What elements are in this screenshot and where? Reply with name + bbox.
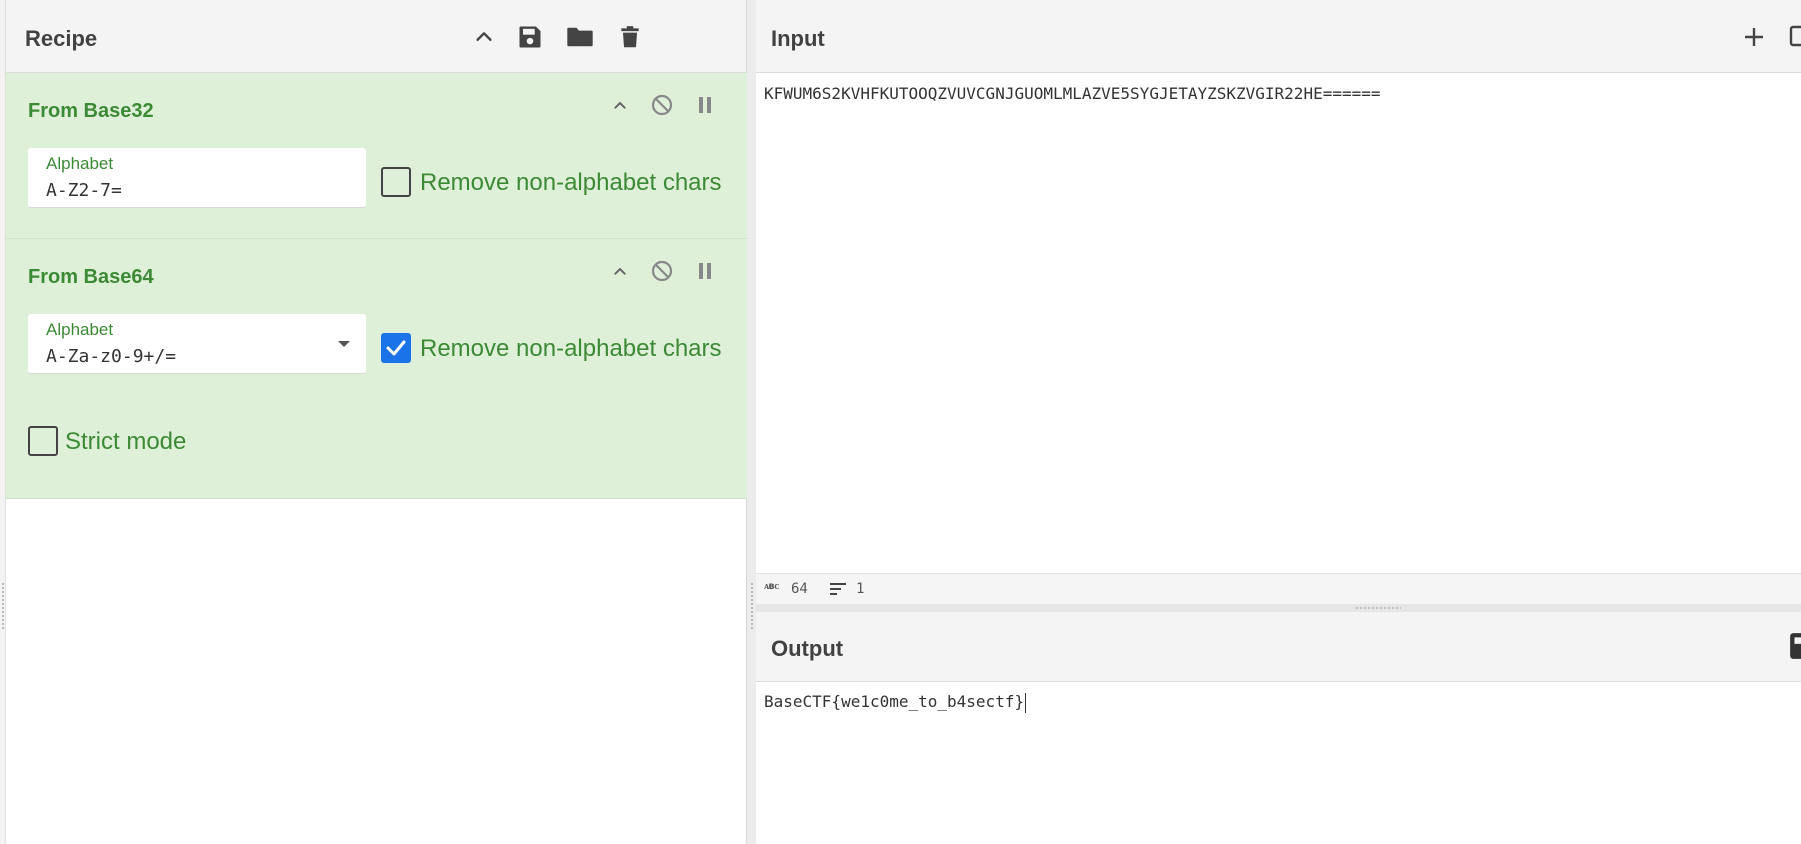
output-title: Output	[771, 636, 844, 661]
operation-from-base32: From Base32 Alphabet A-Z2-7= Remove non-…	[6, 73, 747, 239]
collapse-operation-icon[interactable]	[606, 91, 634, 119]
output-header: Output	[756, 612, 1801, 682]
io-divider[interactable]	[756, 604, 1801, 612]
recipe-title: Recipe	[25, 26, 98, 51]
output-textarea[interactable]: BaseCTF{we1c0me_to_b4sectf}	[756, 682, 1801, 844]
alphabet-value[interactable]: A-Za-z0-9+/=	[46, 346, 176, 367]
checkmark-icon	[386, 340, 406, 356]
text-cursor	[1025, 692, 1027, 713]
disable-operation-icon[interactable]	[648, 257, 676, 285]
input-textarea[interactable]: KFWUM6S2KVHFKUTOOQZVUVCGNJGUOMLMLAZVE5SY…	[756, 73, 1801, 573]
remove-non-alphabet-label[interactable]: Remove non-alphabet chars	[420, 335, 722, 363]
input-title: Input	[771, 26, 825, 51]
pause-operation-icon[interactable]	[691, 91, 719, 119]
alphabet-input[interactable]: Alphabet A-Z2-7=	[28, 148, 366, 208]
vertical-resize-handle[interactable]	[750, 582, 754, 630]
strict-mode-label[interactable]: Strict mode	[65, 428, 186, 456]
collapse-all-icon[interactable]	[467, 20, 501, 54]
load-recipe-folder-icon[interactable]	[563, 20, 597, 54]
operation-from-base64: From Base64 Alphabet A-Za-z0-9+/= Remove…	[6, 239, 747, 499]
strict-mode-checkbox[interactable]	[28, 426, 58, 456]
alphabet-select[interactable]: Alphabet A-Za-z0-9+/=	[28, 314, 366, 374]
left-resize-handle[interactable]	[1, 582, 5, 630]
pane-gutter	[747, 0, 756, 844]
operation-title: From Base64	[28, 266, 154, 288]
input-lines: 1	[856, 581, 865, 597]
output-window-icon[interactable]	[1789, 632, 1801, 662]
remove-non-alphabet-checkbox[interactable]	[381, 333, 411, 363]
save-recipe-icon[interactable]	[513, 20, 547, 54]
input-window-icon[interactable]	[1789, 24, 1801, 50]
length-abc-icon: ᴀʙᴄ	[764, 581, 779, 592]
input-text[interactable]: KFWUM6S2KVHFKUTOOQZVUVCGNJGUOMLMLAZVE5SY…	[764, 84, 1381, 103]
lines-icon	[829, 582, 847, 600]
output-text[interactable]: BaseCTF{we1c0me_to_b4sectf}	[764, 692, 1024, 711]
remove-non-alphabet-checkbox[interactable]	[381, 167, 411, 197]
alphabet-label: Alphabet	[46, 320, 114, 339]
pause-operation-icon[interactable]	[691, 257, 719, 285]
collapse-operation-icon[interactable]	[606, 257, 634, 285]
alphabet-label: Alphabet	[46, 154, 114, 173]
add-tab-plus-icon[interactable]	[1739, 22, 1769, 52]
remove-non-alphabet-label[interactable]: Remove non-alphabet chars	[420, 169, 722, 197]
disable-operation-icon[interactable]	[648, 91, 676, 119]
operation-title: From Base32	[28, 100, 154, 122]
input-status-bar: ᴀʙᴄ 64 1	[756, 573, 1801, 604]
recipe-header: Recipe	[6, 0, 746, 73]
input-header: Input	[756, 0, 1801, 73]
dropdown-caret-icon[interactable]	[338, 341, 350, 347]
horizontal-resize-handle[interactable]	[1355, 606, 1401, 610]
recipe-pane: Recipe From Base32 Alphabet A-Z2-7= Remo…	[6, 0, 747, 844]
output-text-line[interactable]: BaseCTF{we1c0me_to_b4sectf}	[764, 692, 1027, 713]
input-length: 64	[791, 581, 808, 597]
alphabet-value[interactable]: A-Z2-7=	[46, 180, 122, 201]
clear-recipe-trash-icon[interactable]	[613, 20, 647, 54]
